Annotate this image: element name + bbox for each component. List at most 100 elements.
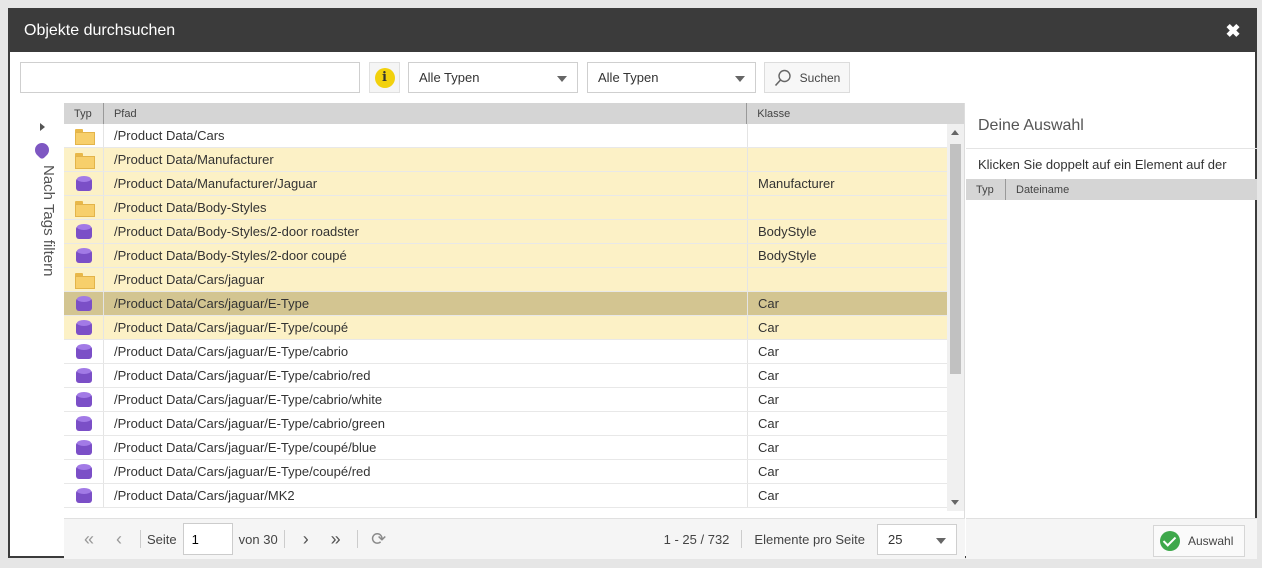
table-row[interactable]: /Product Data/Manufacturer/Jaguar Manufac… [64, 172, 948, 196]
selection-hint: Klicken Sie doppelt auf ein Element auf … [978, 156, 1227, 172]
row-path-cell: /Product Data/Cars/jaguar/E-Type/coupé/b… [104, 436, 748, 459]
row-type-cell [64, 244, 104, 267]
row-path-cell: /Product Data/Cars/jaguar/E-Type [104, 292, 748, 315]
page-label: Seite [147, 531, 177, 547]
row-path-cell: /Product Data/Body-Styles/2-door roadste… [104, 220, 748, 243]
column-header-pfad[interactable]: Pfad [104, 103, 748, 124]
results-grid: Typ Pfad Klasse /Product Data/Cars/Produ… [64, 103, 965, 559]
table-row[interactable]: /Product Data/Body-Styles [64, 196, 948, 220]
row-class-cell: Car [758, 344, 779, 359]
object-icon [75, 319, 92, 336]
column-header-dateiname[interactable]: Dateiname [1006, 179, 1069, 200]
table-row[interactable]: /Product Data/Cars/jaguar/E-Type/coupé/r… [64, 460, 948, 484]
result-range: 1 - 25 / 732 [663, 531, 730, 547]
type-filter-select[interactable]: Alle Typen [408, 62, 578, 93]
row-class-cell: Car [758, 368, 779, 383]
search-objects-dialog: Objekte durchsuchen ✖ i Alle Typen Alle … [8, 8, 1257, 559]
row-path-cell: /Product Data/Body-Styles [104, 196, 748, 219]
table-row[interactable]: /Product Data/Cars/jaguar/MK2 Car [64, 484, 948, 508]
grid-header: Typ Pfad Klasse [64, 103, 964, 124]
table-row[interactable]: /Product Data/Manufacturer [64, 148, 948, 172]
prev-page-icon[interactable]: ‹ [104, 524, 134, 554]
per-page-label: Elemente pro Seite [754, 531, 865, 547]
scroll-up-icon[interactable] [951, 130, 959, 135]
folder-icon [74, 152, 95, 169]
object-icon [75, 295, 92, 312]
scroll-down-icon[interactable] [951, 500, 959, 505]
table-row[interactable]: /Product Data/Cars/jaguar/E-Type/cabrio/… [64, 388, 948, 412]
row-type-cell [64, 460, 104, 483]
selection-grid-header: Typ Dateiname [966, 179, 1257, 200]
pager-divider [140, 530, 141, 548]
row-type-cell [64, 124, 104, 147]
row-class-cell: BodyStyle [758, 248, 817, 263]
row-path-cell: /Product Data/Cars/jaguar/E-Type/cabrio/… [104, 388, 748, 411]
first-page-icon[interactable]: « [74, 524, 104, 554]
column-header-typ[interactable]: Typ [64, 103, 104, 124]
tag-icon [32, 140, 52, 160]
object-icon [75, 223, 92, 240]
table-row[interactable]: /Product Data/Cars/jaguar/E-Type/coupé Ca… [64, 316, 948, 340]
chevron-down-icon [735, 76, 745, 82]
pager-divider [283, 530, 285, 548]
object-icon [75, 439, 92, 456]
selection-pane: Deine Auswahl Klicken Sie doppelt auf ei… [966, 103, 1257, 559]
row-type-cell [64, 292, 104, 315]
per-page-select[interactable]: 25 [877, 523, 957, 555]
last-page-icon[interactable]: » [321, 524, 351, 554]
row-class-cell: BodyStyle [758, 224, 817, 239]
next-page-icon[interactable]: › [291, 524, 321, 554]
pagination-bar: « ‹ Seite von 30 › » ⟳ 1 - 25 / 732 Elem… [64, 518, 965, 559]
pager-divider [356, 530, 358, 548]
table-row[interactable]: /Product Data/Cars/jaguar/E-Type/coupé/b… [64, 436, 948, 460]
row-type-cell [64, 268, 104, 291]
class-filter-select[interactable]: Alle Typen [587, 62, 756, 93]
table-row[interactable]: /Product Data/Cars [64, 124, 948, 148]
apply-selection-label: Auswahl [1188, 534, 1234, 548]
object-icon [75, 487, 92, 504]
tag-filter-label: Nach Tags filtern [40, 165, 57, 277]
table-row[interactable]: /Product Data/Cars/jaguar/E-Type Car [64, 292, 948, 316]
table-row[interactable]: /Product Data/Cars/jaguar [64, 268, 948, 292]
row-type-cell [64, 172, 104, 195]
page-number-input[interactable] [182, 523, 233, 555]
grid-scrollbar[interactable] [947, 124, 964, 511]
row-type-cell [64, 196, 104, 219]
column-header-klasse[interactable]: Klasse [747, 103, 964, 124]
table-row[interactable]: /Product Data/Cars/jaguar/E-Type/cabrio/… [64, 364, 948, 388]
selection-title: Deine Auswahl [966, 103, 1257, 149]
table-row[interactable]: /Product Data/Cars/jaguar/E-Type/cabrio/… [64, 412, 948, 436]
row-class-cell: Car [758, 440, 779, 455]
expand-arrow-icon[interactable] [40, 123, 45, 131]
row-class-cell: Car [758, 416, 779, 431]
apply-selection-button[interactable]: Auswahl [1153, 525, 1245, 557]
row-type-cell [64, 484, 104, 507]
row-path-cell: /Product Data/Manufacturer/Jaguar [104, 172, 748, 195]
info-icon: i [374, 67, 395, 88]
table-row[interactable]: /Product Data/Body-Styles/2-door roadste… [64, 220, 948, 244]
pager-divider [741, 530, 743, 548]
info-button[interactable]: i [369, 62, 400, 93]
page-count-label: von 30 [238, 531, 278, 547]
row-class-cell [748, 124, 948, 147]
row-type-cell [64, 364, 104, 387]
table-row[interactable]: /Product Data/Cars/jaguar/E-Type/cabrio C… [64, 340, 948, 364]
row-type-cell [64, 412, 104, 435]
refresh-icon[interactable]: ⟳ [364, 524, 394, 554]
column-header-typ[interactable]: Typ [966, 179, 1006, 200]
close-icon[interactable]: ✖ [1223, 21, 1243, 42]
object-icon [75, 463, 92, 480]
search-button[interactable]: Suchen [764, 62, 850, 93]
scroll-thumb[interactable] [950, 144, 961, 374]
type-filter-value: Alle Typen [419, 70, 480, 85]
object-icon [75, 415, 92, 432]
row-path-cell: /Product Data/Cars/jaguar/E-Type/coupé/r… [104, 460, 748, 483]
table-row[interactable]: /Product Data/Body-Styles/2-door coupé Bo… [64, 244, 948, 268]
row-path-cell: /Product Data/Cars [104, 124, 748, 147]
search-input[interactable] [20, 62, 360, 93]
row-type-cell [64, 388, 104, 411]
row-class-cell: Car [758, 464, 779, 479]
tag-filter-tab[interactable]: Nach Tags filtern [20, 103, 64, 463]
row-path-cell: /Product Data/Cars/jaguar/E-Type/cabrio/… [104, 364, 748, 387]
row-class-cell: Car [758, 488, 779, 503]
